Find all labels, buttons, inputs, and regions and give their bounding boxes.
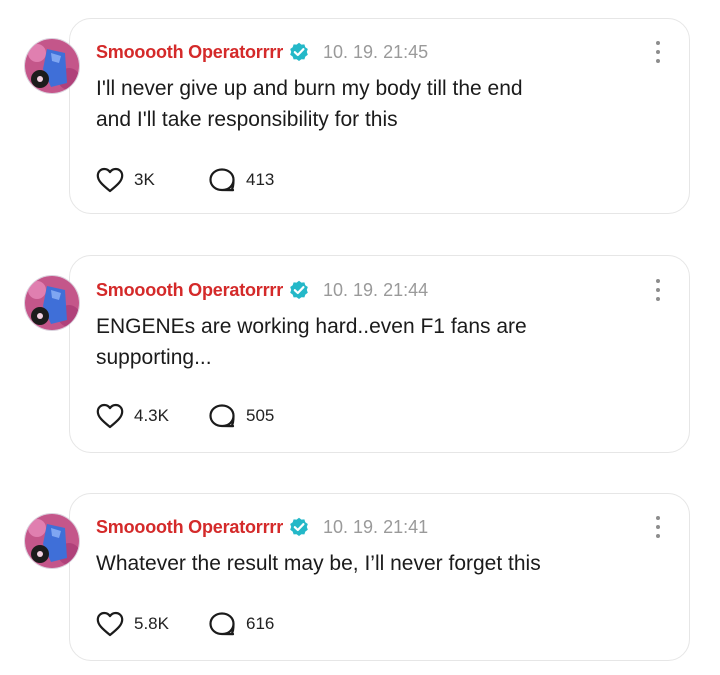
post[interactable]: Smooooth Operatorrrr 10. 19. 21:45 I'll … xyxy=(0,0,720,220)
comment-button[interactable]: 505 xyxy=(208,403,274,429)
post[interactable]: Smooooth Operatorrrr 10. 19. 21:44 ENGEN… xyxy=(0,237,720,457)
heart-icon xyxy=(96,167,124,193)
avatar[interactable] xyxy=(24,38,80,94)
like-button[interactable]: 3K xyxy=(96,167,155,193)
post-text-line: and I'll take responsibility for this xyxy=(96,108,398,131)
post-text-line: I'll never give up and burn my body till… xyxy=(96,77,523,100)
like-button[interactable]: 4.3K xyxy=(96,403,169,429)
comment-bubble-icon xyxy=(209,404,235,428)
comment-button[interactable]: 616 xyxy=(208,611,274,637)
post-text: I'll never give up and burn my body till… xyxy=(96,73,616,135)
post-actions: 3K 413 xyxy=(96,165,274,195)
post-feed: Smooooth Operatorrrr 10. 19. 21:45 I'll … xyxy=(0,0,720,675)
post-text-line: Whatever the result may be, I’ll never f… xyxy=(96,552,541,575)
verified-badge-icon xyxy=(290,42,308,61)
post-timestamp: 10. 19. 21:44 xyxy=(323,279,429,300)
post-actions: 5.8K 616 xyxy=(96,609,274,639)
author-name[interactable]: Smooooth Operatorrrr xyxy=(96,517,283,538)
like-button[interactable]: 5.8K xyxy=(96,611,169,637)
verified-badge-icon xyxy=(290,517,308,536)
comment-count: 413 xyxy=(246,170,275,189)
avatar-image xyxy=(25,276,79,330)
verified-badge-icon xyxy=(290,280,308,299)
avatar[interactable] xyxy=(24,275,80,331)
like-count: 4.3K xyxy=(134,406,169,425)
author-name[interactable]: Smooooth Operatorrrr xyxy=(96,42,283,63)
comment-button[interactable]: 413 xyxy=(208,167,274,193)
post-header: Smooooth Operatorrrr 10. 19. 21:41 xyxy=(96,515,428,539)
avatar[interactable] xyxy=(24,513,80,569)
post-actions: 4.3K 505 xyxy=(96,401,274,431)
avatar-image xyxy=(25,39,79,93)
like-count: 3K xyxy=(134,170,155,189)
comment-count: 616 xyxy=(246,614,275,633)
like-count: 5.8K xyxy=(134,614,169,633)
post[interactable]: Smooooth Operatorrrr 10. 19. 21:41 Whate… xyxy=(0,475,720,675)
more-options-icon[interactable] xyxy=(650,278,666,302)
more-options-icon[interactable] xyxy=(650,40,666,64)
comment-bubble-icon xyxy=(209,168,235,192)
post-text: ENGENEs are working hard..even F1 fans a… xyxy=(96,311,616,373)
author-name[interactable]: Smooooth Operatorrrr xyxy=(96,280,283,301)
post-text-line: supporting... xyxy=(96,346,212,369)
post-text-line: ENGENEs are working hard..even F1 fans a… xyxy=(96,315,527,338)
heart-icon xyxy=(96,403,124,429)
post-header: Smooooth Operatorrrr 10. 19. 21:44 xyxy=(96,278,428,302)
post-timestamp: 10. 19. 21:41 xyxy=(323,516,429,537)
post-header: Smooooth Operatorrrr 10. 19. 21:45 xyxy=(96,40,428,64)
comment-count: 505 xyxy=(246,406,275,425)
heart-icon xyxy=(96,611,124,637)
post-text: Whatever the result may be, I’ll never f… xyxy=(96,548,616,579)
post-timestamp: 10. 19. 21:45 xyxy=(323,41,429,62)
more-options-icon[interactable] xyxy=(650,515,666,539)
avatar-image xyxy=(25,514,79,568)
comment-bubble-icon xyxy=(209,612,235,636)
